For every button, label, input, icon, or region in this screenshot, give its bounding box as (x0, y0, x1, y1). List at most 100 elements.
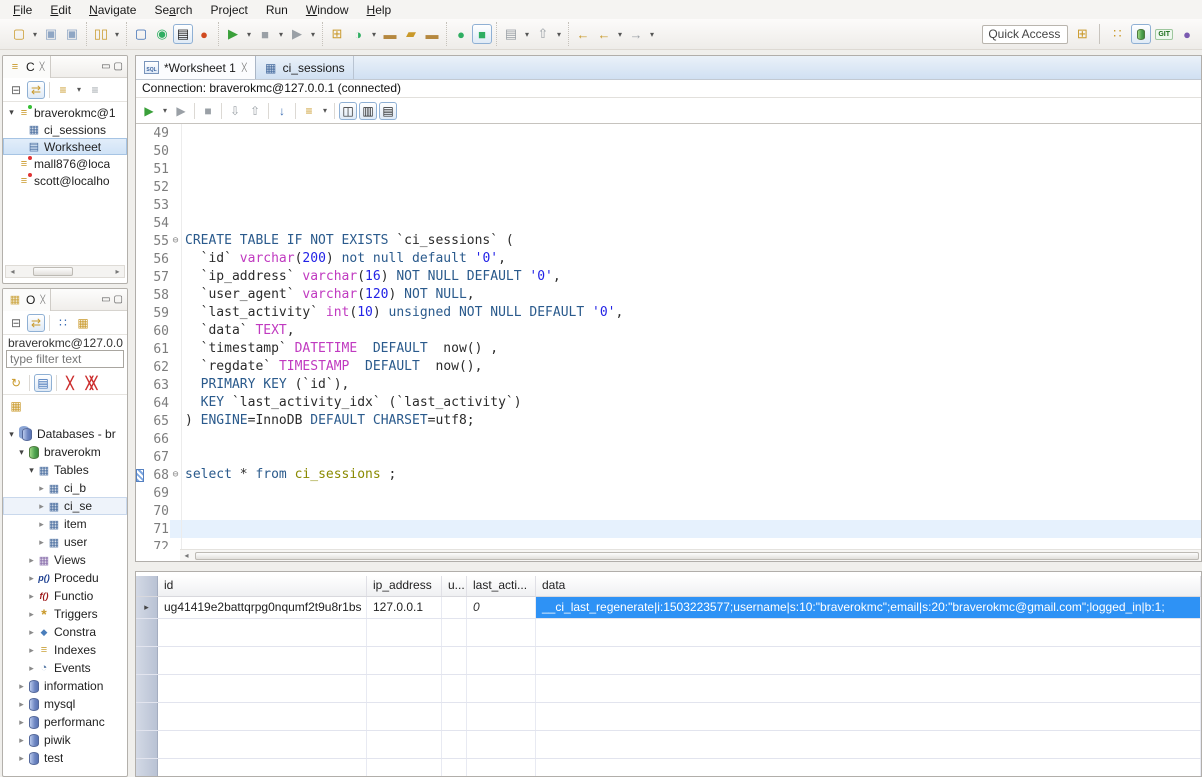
menu-search[interactable]: Search (145, 2, 201, 18)
binary-toggle-dropdown-icon[interactable]: ▾ (112, 30, 122, 39)
open-perspective-icon[interactable]: ⊞ (1072, 24, 1092, 44)
menu-navigate[interactable]: Navigate (80, 2, 145, 18)
empty-cell[interactable] (467, 647, 536, 674)
scroll-left-icon[interactable]: ◂ (180, 551, 193, 560)
object-item-ci-b[interactable]: ▸ ▦ ci_b (3, 479, 127, 497)
empty-cell[interactable] (367, 759, 442, 776)
import-icon[interactable]: ⇧ (246, 102, 264, 120)
collapsed-twistie-icon[interactable]: ▸ (16, 735, 27, 746)
connections-view-tab[interactable]: ≡ C ╳ (3, 56, 51, 78)
new-wizard-dropdown-icon[interactable]: ▾ (30, 30, 40, 39)
result-row-1[interactable]: ▸ ug41419e2battqrpg0nqumf2t9u8r1bs 127.0.0… (136, 597, 1201, 619)
code-line-50[interactable]: 50 (136, 142, 1201, 160)
empty-cell[interactable] (467, 675, 536, 702)
link-with-editor-icon[interactable]: ⇄ (27, 313, 45, 332)
column-header-id[interactable]: id (158, 576, 367, 596)
collapsed-twistie-icon[interactable]: ▸ (36, 501, 47, 512)
generate-ddl-icon[interactable]: ▤ (34, 373, 52, 392)
toggle-result-pane-icon[interactable]: ◫ (339, 101, 357, 120)
execute-all-icon[interactable]: ▶ (140, 102, 158, 120)
code-line-60[interactable]: 60 `data` TEXT, (136, 322, 1201, 340)
code-line-66[interactable]: 66 (136, 430, 1201, 448)
collapsed-twistie-icon[interactable]: ▸ (26, 609, 37, 620)
green-square-icon[interactable]: ■ (472, 24, 492, 44)
delete-icon[interactable]: ╳ (61, 374, 79, 392)
stop-dropdown-icon[interactable]: ▾ (276, 30, 286, 39)
table-db-icon[interactable]: ▦ (74, 314, 92, 332)
quick-access-input[interactable] (982, 24, 1069, 44)
collapsed-twistie-icon[interactable]: ▸ (26, 663, 37, 674)
collapsed-twistie-icon[interactable]: ▸ (36, 537, 47, 548)
code-line-52[interactable]: 52 (136, 178, 1201, 196)
save-to-file-icon[interactable]: ↓ (273, 102, 291, 120)
forward-dropdown-icon[interactable]: ▾ (647, 30, 657, 39)
expanded-twistie-icon[interactable]: ▾ (6, 107, 17, 118)
expanded-twistie-icon[interactable]: ▾ (16, 447, 27, 458)
maximize-icon[interactable]: ▢ (114, 294, 123, 305)
empty-cell[interactable] (442, 703, 467, 730)
empty-cell[interactable] (467, 731, 536, 758)
git-perspective-icon[interactable]: GIT (1155, 28, 1173, 40)
execute-selected-icon[interactable]: ▶ (172, 102, 190, 120)
collapse-all-icon[interactable]: ⊟ (7, 314, 25, 332)
cell-ip_address[interactable]: 127.0.0.1 (367, 597, 442, 618)
empty-cell[interactable] (158, 619, 367, 646)
refresh-icon[interactable]: ↻ (7, 374, 25, 392)
column-header-data[interactable]: data (536, 576, 1201, 596)
object-item-performanc[interactable]: ▸ performanc (3, 713, 127, 731)
delete-all-icon[interactable]: ╳╳ (81, 374, 99, 392)
empty-row[interactable] (136, 675, 1201, 703)
connection-icon[interactable]: ≡ (300, 102, 318, 120)
connection-item-braverokmc-1[interactable]: ▾ ≡ braverokmc@1 (3, 104, 127, 121)
push-dropdown-icon[interactable]: ▾ (554, 30, 564, 39)
menu-edit[interactable]: Edit (41, 2, 80, 18)
empty-cell[interactable] (158, 703, 367, 730)
object-item-procedu[interactable]: ▸ p() Procedu (3, 569, 127, 587)
boot-dashboard-icon[interactable]: ◉ (152, 24, 172, 44)
collapsed-twistie-icon[interactable]: ▸ (26, 573, 37, 584)
code-line-55[interactable]: 55 ⊖ CREATE TABLE IF NOT EXISTS `ci_sessio… (136, 232, 1201, 250)
empty-cell[interactable] (367, 647, 442, 674)
empty-cell[interactable] (367, 675, 442, 702)
empty-row[interactable] (136, 619, 1201, 647)
empty-cell[interactable] (442, 647, 467, 674)
code-line-68[interactable]: 68 ⊖ select * from ci_sessions ; (136, 466, 1201, 484)
code-line-72[interactable]: 72 (136, 538, 1201, 549)
cell-data[interactable]: __ci_last_regenerate|i:1503223577;userna… (536, 597, 1201, 618)
server-icon[interactable]: ● (194, 24, 214, 44)
empty-cell[interactable] (367, 731, 442, 758)
code-line-51[interactable]: 51 (136, 160, 1201, 178)
connections-hscrollbar[interactable]: ◂ ▸ (5, 265, 125, 278)
tab-worksheet[interactable]: SQL *Worksheet 1 ╳ (136, 56, 256, 79)
close-icon[interactable]: ╳ (40, 62, 45, 71)
empty-cell[interactable] (536, 731, 1201, 758)
code-line-69[interactable]: 69 (136, 484, 1201, 502)
green-sphere-icon[interactable]: ● (451, 24, 471, 44)
empty-cell[interactable] (158, 759, 367, 776)
menu-run[interactable]: Run (257, 2, 297, 18)
stop-icon[interactable]: ■ (255, 24, 275, 44)
object-item-triggers[interactable]: ▸ * Triggers (3, 605, 127, 623)
object-item-functio[interactable]: ▸ f() Functio (3, 587, 127, 605)
minimize-icon[interactable]: ▭ (101, 61, 110, 72)
code-line-58[interactable]: 58 `user_agent` varchar(120) NOT NULL, (136, 286, 1201, 304)
object-item-information[interactable]: ▸ information (3, 677, 127, 695)
expanded-twistie-icon[interactable]: ▾ (26, 465, 37, 476)
checkstyle-icon[interactable]: ◑ (348, 24, 368, 44)
empty-cell[interactable] (442, 731, 467, 758)
empty-cell[interactable] (467, 759, 536, 776)
empty-cell[interactable] (442, 759, 467, 776)
empty-cell[interactable] (467, 703, 536, 730)
collapsed-twistie-icon[interactable]: ▸ (16, 681, 27, 692)
menu-window[interactable]: Window (297, 2, 358, 18)
back-dropdown-icon[interactable]: ▾ (615, 30, 625, 39)
database-perspective-icon[interactable] (1131, 24, 1152, 44)
collapse-all-icon[interactable]: ⊟ (7, 81, 25, 99)
show-schema-icon[interactable]: ∷ (54, 314, 72, 332)
object-item-constra[interactable]: ▸ ◆ Constra (3, 623, 127, 641)
empty-cell[interactable] (442, 619, 467, 646)
empty-cell[interactable] (536, 759, 1201, 776)
code-line-63[interactable]: 63 PRIMARY KEY (`id`), (136, 376, 1201, 394)
object-item-item[interactable]: ▸ ▦ item (3, 515, 127, 533)
cell-id[interactable]: ug41419e2battqrpg0nqumf2t9u8r1bs (158, 597, 367, 618)
